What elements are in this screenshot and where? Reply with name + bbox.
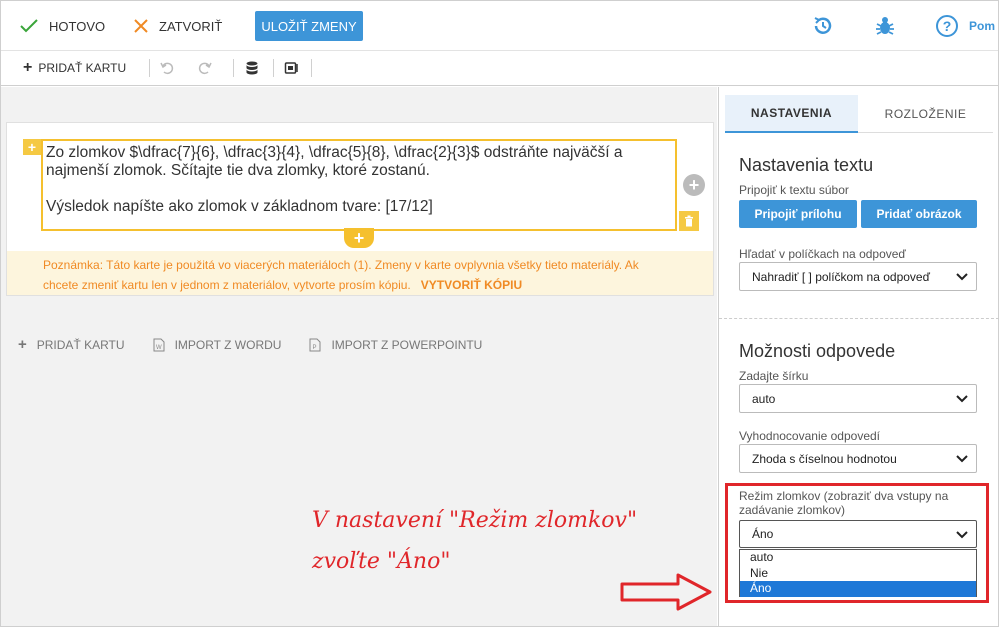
card-text-line: Výsledok napíšte ako zlomok v základnom … bbox=[46, 198, 433, 215]
section-divider bbox=[719, 318, 999, 319]
add-card-toolbar-button[interactable]: + PRIDAŤ KARTU bbox=[23, 59, 127, 76]
help-label[interactable]: Pom bbox=[969, 19, 995, 33]
word-file-icon: W bbox=[153, 338, 165, 351]
svg-text:W: W bbox=[156, 345, 162, 351]
add-block-below-icon[interactable]: + bbox=[344, 228, 374, 248]
done-button[interactable]: HOTOVO bbox=[19, 11, 105, 41]
shared-card-note: Poznámka: Táto karte je použitá vo viace… bbox=[7, 251, 713, 295]
fraction-mode-select[interactable]: Áno bbox=[739, 520, 977, 548]
add-card-label: PRIDAŤ KARTU bbox=[36, 337, 125, 352]
close-button[interactable]: ZATVORIŤ bbox=[133, 11, 222, 41]
divider bbox=[149, 59, 150, 77]
width-label: Zadajte šírku bbox=[739, 369, 809, 383]
width-value: auto bbox=[752, 391, 776, 406]
search-fields-label: Hľadať v políčkach na odpoveď bbox=[739, 247, 906, 261]
import-ppt-label: IMPORT Z POWERPOINTU bbox=[331, 337, 483, 352]
add-card-button[interactable]: + PRIDAŤ KARTU bbox=[18, 336, 125, 353]
check-icon bbox=[20, 19, 38, 33]
fraction-mode-label-line: Režim zlomkov (zobraziť dva vstupy na bbox=[739, 489, 949, 503]
dropdown-option-no[interactable]: Nie bbox=[740, 566, 976, 582]
add-column-icon[interactable]: + bbox=[683, 174, 705, 196]
history-icon[interactable] bbox=[811, 14, 835, 38]
plus-icon: + bbox=[18, 336, 27, 353]
import-word-button[interactable]: W IMPORT Z WORDU bbox=[153, 336, 282, 353]
divider bbox=[273, 59, 274, 77]
help-icon[interactable]: ? bbox=[935, 14, 959, 38]
attach-label: Pripojiť k textu súbor bbox=[739, 183, 849, 197]
annotation-line-2: zvoľte "Áno" bbox=[312, 549, 451, 574]
add-image-button[interactable]: Pridať obrázok bbox=[861, 200, 977, 228]
svg-text:P: P bbox=[313, 345, 317, 351]
svg-text:?: ? bbox=[943, 18, 952, 34]
plus-icon: + bbox=[23, 59, 33, 76]
panel-tabs: NASTAVENIA ROZLOŽENIE bbox=[725, 95, 993, 133]
redo-icon[interactable] bbox=[197, 60, 213, 76]
tab-layout[interactable]: ROZLOŽENIE bbox=[858, 95, 993, 133]
attach-file-button[interactable]: Pripojiť prílohu bbox=[739, 200, 857, 228]
close-label: ZATVORIŤ bbox=[159, 18, 223, 34]
chevron-down-icon bbox=[956, 395, 968, 403]
preview-icon[interactable] bbox=[284, 60, 300, 76]
divider bbox=[311, 59, 312, 77]
import-ppt-button[interactable]: P IMPORT Z POWERPOINTU bbox=[309, 336, 482, 353]
annotation-line-1: V nastavení "Režim zlomkov" bbox=[312, 508, 638, 533]
add-block-icon[interactable]: + bbox=[23, 139, 41, 155]
width-select[interactable]: auto bbox=[739, 384, 977, 413]
undo-icon[interactable] bbox=[159, 60, 175, 76]
fraction-mode-value: Áno bbox=[752, 527, 774, 541]
powerpoint-file-icon: P bbox=[309, 338, 321, 351]
chevron-down-icon bbox=[956, 531, 968, 539]
annotation-arrow-icon bbox=[620, 573, 712, 611]
trash-icon bbox=[685, 215, 693, 227]
card-text-line: Zo zlomkov $\dfrac{7}{6}, \dfrac{3}{4}, … bbox=[46, 144, 623, 161]
create-copy-link[interactable]: VYTVORIŤ KÓPIU bbox=[421, 278, 522, 292]
note-text: chcete zmeniť kartu len v jednom z mater… bbox=[43, 278, 411, 292]
text-settings-title: Nastavenia textu bbox=[739, 155, 874, 175]
search-fields-value: Nahradiť [ ] políčkom na odpoveď bbox=[752, 269, 930, 284]
add-card-toolbar-label: PRIDAŤ KARTU bbox=[38, 61, 127, 75]
close-icon bbox=[134, 19, 148, 33]
editor-toolbar: + PRIDAŤ KARTU bbox=[1, 51, 998, 86]
chevron-down-icon bbox=[956, 273, 968, 281]
dropdown-option-auto[interactable]: auto bbox=[740, 550, 976, 566]
settings-panel: NASTAVENIA ROZLOŽENIE Nastavenia textu P… bbox=[718, 87, 999, 626]
fraction-mode-label-line: zadávanie zlomkov) bbox=[739, 503, 846, 517]
top-toolbar: HOTOVO ZATVORIŤ ULOŽIŤ ZMENY ? Pom bbox=[1, 1, 998, 51]
fraction-mode-label: Režim zlomkov (zobraziť dva vstupy na za… bbox=[739, 489, 948, 517]
bottom-actions: + PRIDAŤ KARTU W IMPORT Z WORDU P IMPORT… bbox=[18, 336, 510, 353]
delete-block-button[interactable] bbox=[679, 211, 699, 231]
tab-settings[interactable]: NASTAVENIA bbox=[725, 95, 858, 133]
evaluation-select[interactable]: Zhoda s číselnou hodnotou bbox=[739, 444, 977, 473]
save-button[interactable]: ULOŽIŤ ZMENY bbox=[255, 11, 363, 41]
fraction-mode-dropdown: auto Nie Áno bbox=[739, 549, 977, 597]
editor-area: + Zo zlomkov $\dfrac{7}{6}, \dfrac{3}{4}… bbox=[1, 87, 717, 626]
database-icon[interactable] bbox=[244, 60, 260, 76]
done-label: HOTOVO bbox=[49, 18, 106, 34]
bug-icon[interactable] bbox=[873, 14, 897, 38]
evaluation-label: Vyhodnocovanie odpovedí bbox=[739, 429, 880, 443]
import-word-label: IMPORT Z WORDU bbox=[174, 337, 282, 352]
note-text: Poznámka: Táto karte je použitá vo viace… bbox=[43, 258, 639, 272]
dropdown-option-yes[interactable]: Áno bbox=[740, 581, 976, 597]
chevron-down-icon bbox=[956, 455, 968, 463]
card-text-line: najmenší zlomok. Sčítajte tie dva zlomky… bbox=[46, 162, 430, 179]
divider bbox=[233, 59, 234, 77]
card-text-editor[interactable]: Zo zlomkov $\dfrac{7}{6}, \dfrac{3}{4}, … bbox=[41, 139, 677, 231]
content-card[interactable]: + Zo zlomkov $\dfrac{7}{6}, \dfrac{3}{4}… bbox=[6, 122, 714, 296]
answer-options-title: Možnosti odpovede bbox=[739, 341, 896, 361]
evaluation-value: Zhoda s číselnou hodnotou bbox=[752, 451, 897, 466]
search-fields-select[interactable]: Nahradiť [ ] políčkom na odpoveď bbox=[739, 262, 977, 291]
